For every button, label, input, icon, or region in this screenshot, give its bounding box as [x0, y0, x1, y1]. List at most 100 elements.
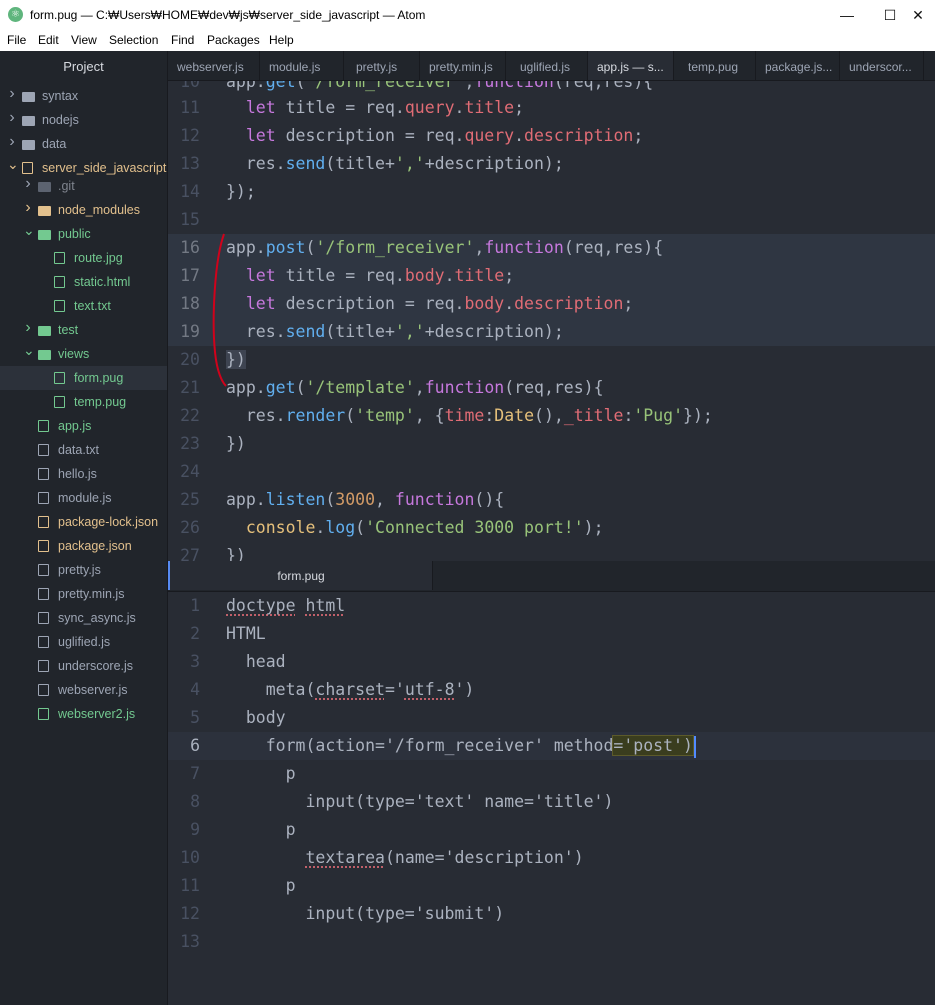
tree-item[interactable]: › data: [0, 132, 167, 156]
code-line: 15: [180, 210, 200, 229]
tree-item[interactable]: pretty.js: [0, 558, 167, 582]
tree-item[interactable]: › nodejs: [0, 108, 167, 132]
tab-temp-pug[interactable]: temp.pug: [674, 51, 756, 80]
tree-item-label: data.txt: [58, 443, 99, 457]
chevron-down-icon[interactable]: ⌄: [23, 342, 35, 359]
tree-item[interactable]: webserver2.js: [0, 702, 167, 726]
folder-icon: [38, 182, 51, 192]
code-line: 26 console.log('Connected 3000 port!');: [180, 518, 604, 537]
tree-item[interactable]: webserver.js: [0, 678, 167, 702]
tab-module-js[interactable]: module.js: [260, 51, 344, 80]
project-tree: Project › syntax › nodejs › data ⌄ server_side_…: [0, 51, 168, 1005]
tree-item-label: uglified.js: [58, 635, 111, 649]
file-icon: [54, 276, 65, 288]
chevron-right-icon[interactable]: ›: [7, 85, 17, 103]
bottom-tab-bar: form.pug: [168, 561, 935, 592]
tree-item[interactable]: temp.pug: [0, 390, 167, 414]
tree-item[interactable]: data.txt: [0, 438, 167, 462]
chevron-down-icon[interactable]: ⌄: [23, 222, 35, 239]
tree-item-label: test: [58, 323, 79, 337]
code-line: 13: [180, 932, 200, 951]
tree-item-label: data: [42, 137, 67, 151]
code-line: 18 let description = req.body.descriptio…: [168, 290, 935, 318]
code-line: 17 let title = req.body.title;: [168, 262, 935, 290]
code-line: 13 res.send(title+','+description);: [180, 154, 564, 173]
tab-underscore-js[interactable]: underscor...: [840, 51, 924, 80]
tab-pretty-js[interactable]: pretty.js: [344, 51, 420, 80]
menu-edit[interactable]: Edit: [38, 33, 59, 47]
chevron-right-icon[interactable]: ›: [23, 199, 33, 217]
file-icon: [38, 468, 49, 480]
chevron-right-icon[interactable]: ›: [7, 109, 17, 127]
tree-item-label: temp.pug: [74, 395, 127, 409]
tab-uglified-js[interactable]: uglified.js: [506, 51, 588, 80]
menu-selection[interactable]: Selection: [109, 33, 158, 47]
atom-icon: ⚛: [8, 7, 23, 22]
tree-item-label: server_side_javascript: [42, 161, 167, 175]
tree-item[interactable]: hello.js: [0, 462, 167, 486]
tree-item[interactable]: pretty.min.js: [0, 582, 167, 606]
file-icon: [54, 300, 65, 312]
tree-item-label: public: [58, 227, 91, 241]
tree-item[interactable]: static.html: [0, 270, 167, 294]
tree-item[interactable]: module.js: [0, 486, 167, 510]
file-icon: [38, 564, 49, 576]
tab-webserver-js[interactable]: webserver.js: [168, 51, 260, 80]
menu-help[interactable]: Help: [269, 33, 294, 47]
folder-icon: [22, 140, 35, 150]
tree-item[interactable]: › syntax: [0, 84, 167, 108]
chevron-right-icon[interactable]: ›: [23, 175, 33, 193]
tab-package-json[interactable]: package.js...: [756, 51, 840, 80]
tree-item-label: .git: [58, 179, 75, 193]
tree-item[interactable]: ⌄ public: [0, 222, 167, 246]
tab-form-pug[interactable]: form.pug: [168, 561, 433, 590]
menu-find[interactable]: Find: [171, 33, 194, 47]
tree-item-label: node_modules: [58, 203, 141, 217]
chevron-right-icon[interactable]: ›: [7, 133, 17, 151]
tab-overflow[interactable]: [924, 51, 935, 80]
code-line: 7 p: [190, 764, 296, 783]
file-icon: [38, 660, 49, 672]
tree-item-label: package.json: [58, 539, 132, 553]
code-line: 14});: [180, 182, 256, 201]
chevron-right-icon[interactable]: ›: [23, 319, 33, 337]
tree-item[interactable]: text.txt: [0, 294, 167, 318]
menu-view[interactable]: View: [71, 33, 97, 47]
code-line: 2 HTML: [190, 624, 266, 643]
file-icon: [54, 372, 65, 384]
tree-item[interactable]: uglified.js: [0, 630, 167, 654]
folder-icon: [38, 206, 51, 216]
tree-item-label: underscore.js: [58, 659, 134, 673]
maximize-button[interactable]: ☐: [875, 4, 905, 26]
project-title: Project: [63, 59, 104, 74]
tree-item[interactable]: ⌄ views: [0, 342, 167, 366]
tree-item[interactable]: route.jpg: [0, 246, 167, 270]
file-icon: [54, 252, 65, 264]
code-line: 24: [180, 462, 200, 481]
tree-item[interactable]: sync_async.js: [0, 606, 167, 630]
tree-item[interactable]: app.js: [0, 414, 167, 438]
menu-file[interactable]: File: [7, 33, 26, 47]
bottom-editor[interactable]: 1 doctype html 2 HTML 3 head 4 meta(charse…: [168, 592, 935, 1005]
close-button[interactable]: ✕: [903, 4, 933, 26]
tree-item[interactable]: › test: [0, 318, 167, 342]
tab-app-js[interactable]: app.js — s...: [588, 51, 674, 80]
tree-item-label: webserver.js: [58, 683, 128, 697]
tree-item[interactable]: › .git: [0, 174, 167, 198]
tree-item[interactable]: package.json: [0, 534, 167, 558]
tree-item[interactable]: package-lock.json: [0, 510, 167, 534]
minimize-button[interactable]: —: [832, 4, 862, 26]
chevron-down-icon[interactable]: ⌄: [7, 156, 19, 173]
menu-packages[interactable]: Packages: [207, 33, 260, 47]
tree-item[interactable]: form.pug: [0, 366, 167, 390]
tab-pretty-min-js[interactable]: pretty.min.js: [420, 51, 506, 80]
code-line: 9 p: [190, 820, 296, 839]
code-line: 12 input(type='submit'): [180, 904, 505, 923]
tree-item-label: module.js: [58, 491, 112, 505]
tree-item[interactable]: › node_modules: [0, 198, 167, 222]
folder-icon: [22, 116, 35, 126]
code-line: 11 let title = req.query.title;: [180, 98, 525, 117]
file-icon: [38, 492, 49, 504]
tree-item[interactable]: underscore.js: [0, 654, 167, 678]
top-editor[interactable]: 10 app.get('/form_receiver',function(req,…: [168, 81, 935, 561]
